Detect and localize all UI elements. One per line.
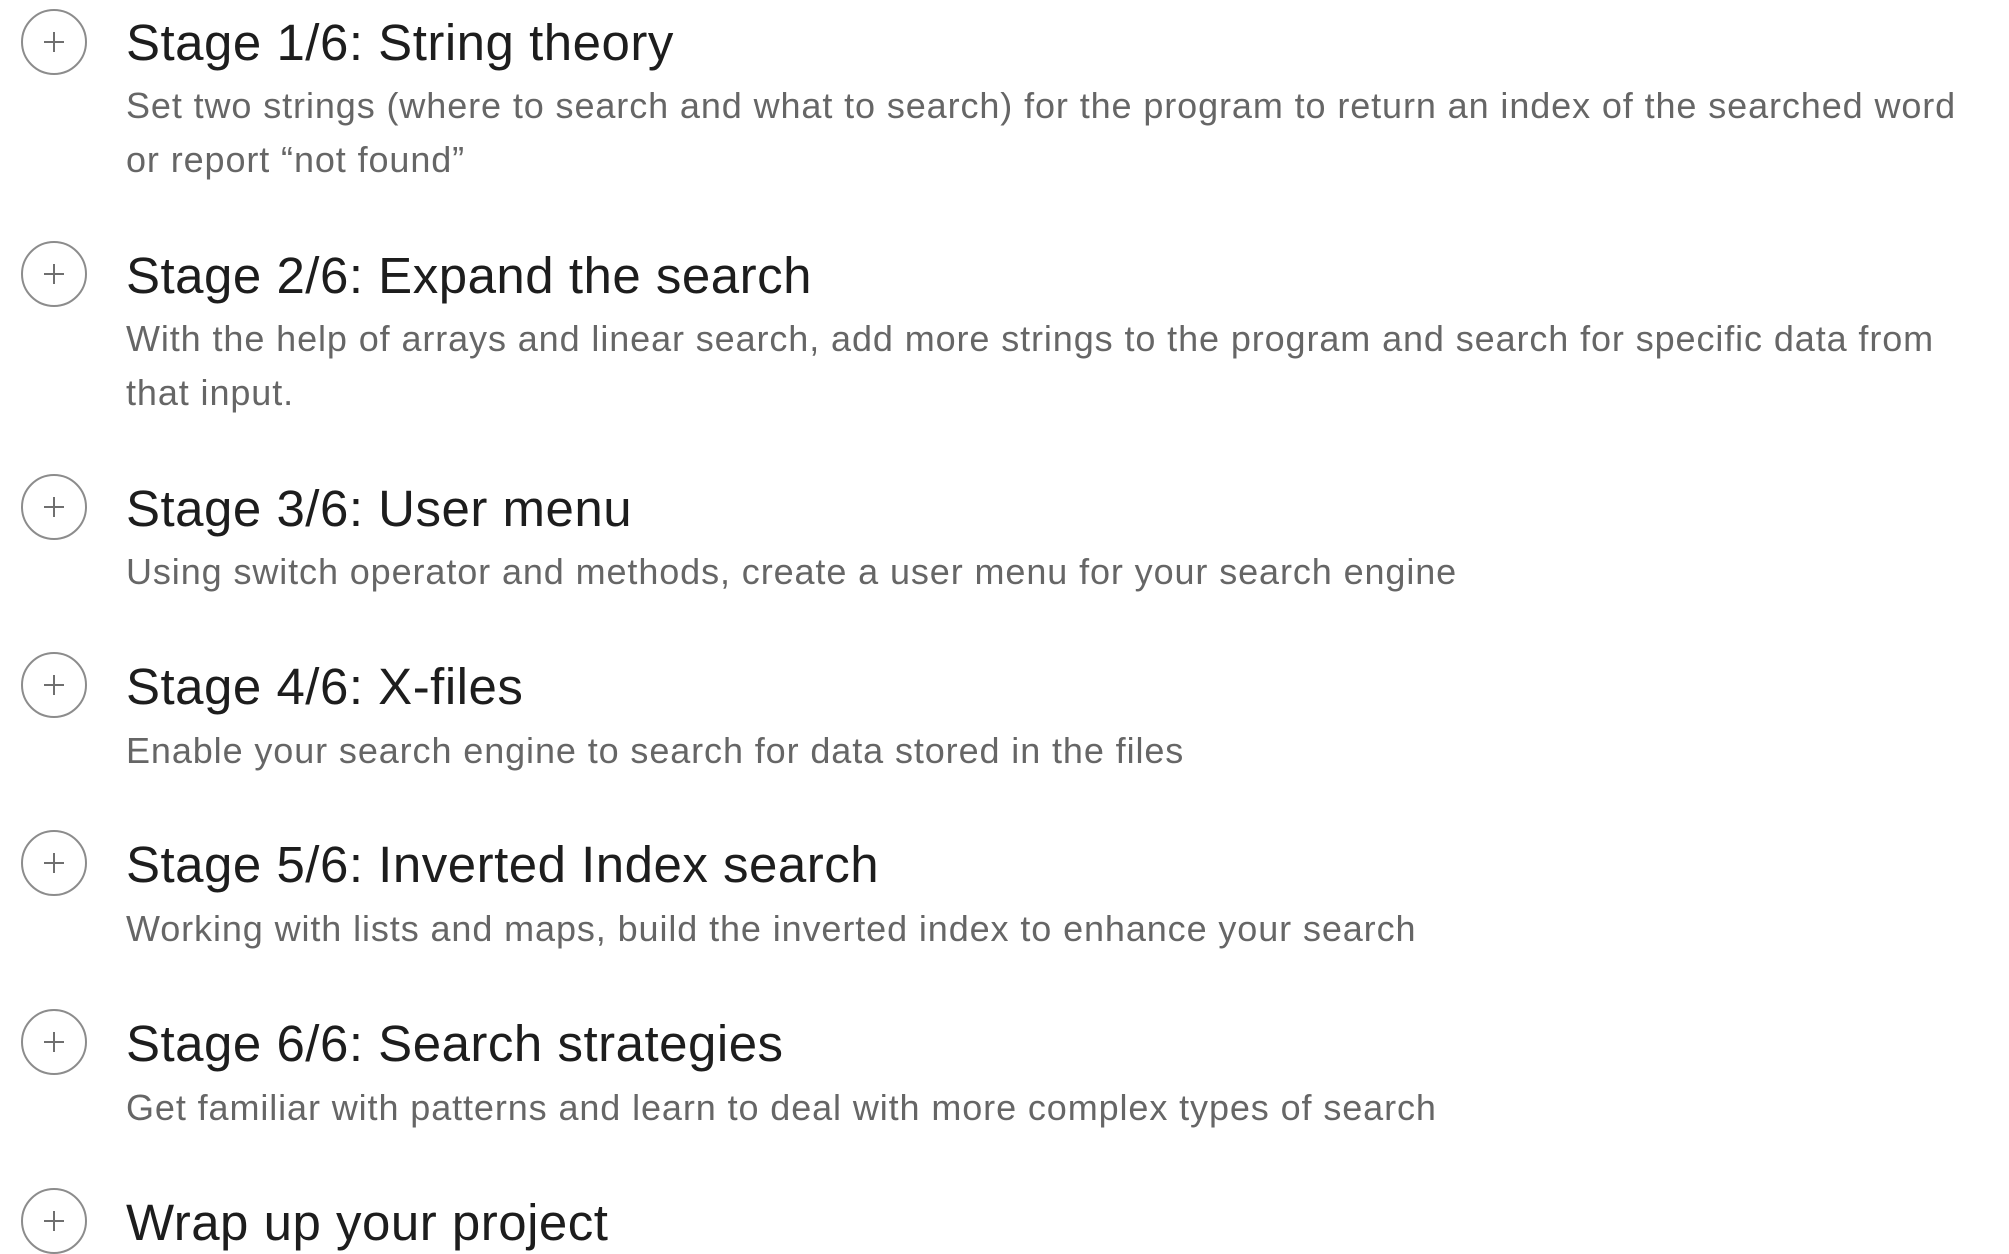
plus-icon: [44, 32, 64, 52]
stage-description: Set two strings (where to search and wha…: [126, 85, 1957, 180]
stage-description: Enable your search engine to search for …: [126, 730, 1185, 771]
stage-title[interactable]: Stage 2/6: Expand the search: [126, 246, 812, 306]
stage-title[interactable]: Wrap up your project: [126, 1193, 608, 1253]
stage-title[interactable]: Stage 3/6: User menu: [126, 479, 632, 539]
stage-title[interactable]: Stage 6/6: Search strategies: [126, 1014, 784, 1074]
plus-icon: [44, 1032, 64, 1052]
expand-toggle-stage-2[interactable]: [21, 241, 87, 307]
stage-title[interactable]: Stage 4/6: X-files: [126, 657, 523, 717]
plus-icon: [44, 1211, 64, 1231]
expand-toggle-stage-6[interactable]: [21, 1009, 87, 1075]
plus-icon: [44, 497, 64, 517]
expand-toggle-stage-4[interactable]: [21, 652, 87, 718]
plus-icon: [44, 675, 64, 695]
expand-toggle-stage-1[interactable]: [21, 9, 87, 75]
stage-description: Get familiar with patterns and learn to …: [126, 1087, 1437, 1128]
stage-description: With the help of arrays and linear searc…: [126, 318, 1935, 413]
stage-title[interactable]: Stage 1/6: String theory: [126, 13, 674, 73]
expand-toggle-stage-5[interactable]: [21, 830, 87, 896]
plus-icon: [44, 853, 64, 873]
stage-list: Stage 1/6: String theory Set two strings…: [0, 0, 2009, 1254]
stage-description: Working with lists and maps, build the i…: [126, 908, 1417, 949]
expand-toggle-wrap-up[interactable]: [21, 1188, 87, 1254]
stage-title[interactable]: Stage 5/6: Inverted Index search: [126, 835, 879, 895]
stage-description: Using switch operator and methods, creat…: [126, 551, 1458, 592]
expand-toggle-stage-3[interactable]: [21, 474, 87, 540]
plus-icon: [44, 264, 64, 284]
